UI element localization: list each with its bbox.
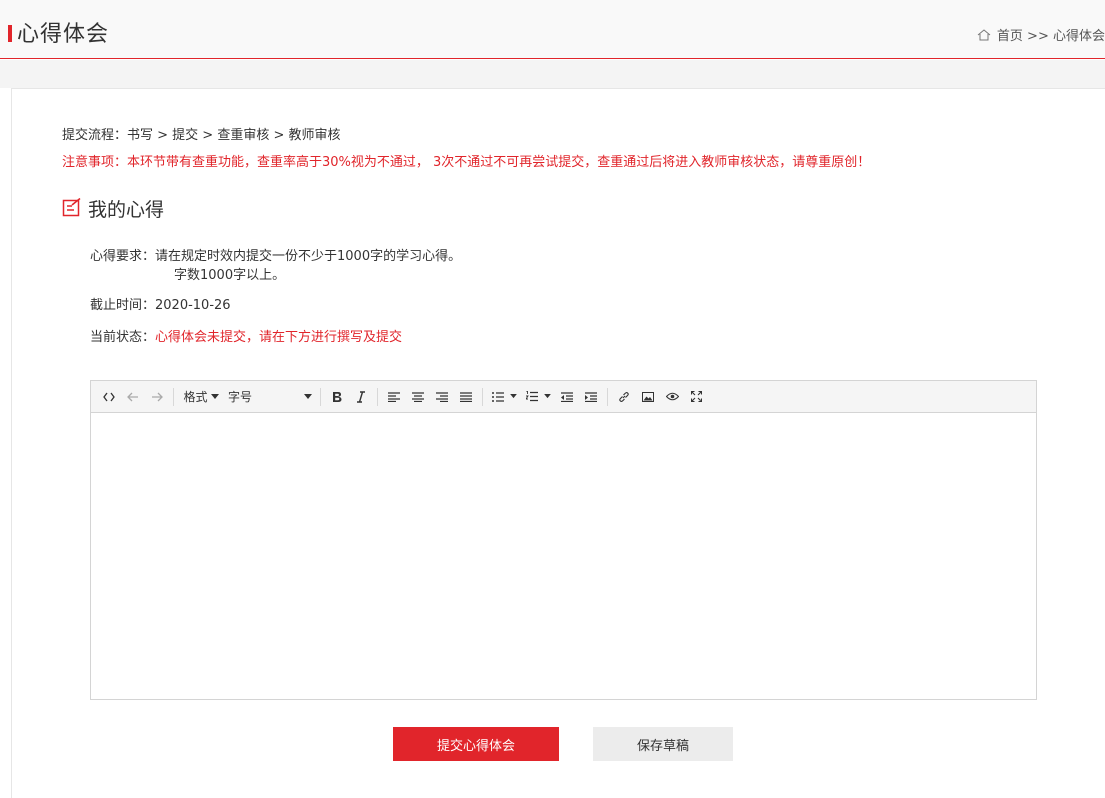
code-icon[interactable]: [97, 386, 121, 408]
toolbar-separator: [482, 387, 483, 406]
rich-text-editor: 格式 字号: [90, 380, 1037, 700]
breadcrumb-separator: >>: [1022, 29, 1053, 44]
toolbar-separator: [173, 387, 174, 406]
font-size-dropdown[interactable]: 字号: [224, 386, 316, 408]
toolbar-separator: [607, 387, 608, 406]
requirement-row: 心得要求：请在规定时效内提交一份不少于1000字的学习心得。: [90, 245, 461, 264]
align-center-icon[interactable]: [406, 386, 430, 408]
page-header: 心得体会 首页 >> 心得体会: [0, 0, 1105, 59]
chevron-down-icon: [304, 393, 312, 399]
indent-icon[interactable]: [579, 386, 603, 408]
home-icon[interactable]: [977, 29, 991, 41]
align-justify-icon[interactable]: [454, 386, 478, 408]
font-size-label: 字号: [228, 390, 253, 404]
breadcrumb-current: 心得体会: [1052, 29, 1105, 44]
requirement-text: 请在规定时效内提交一份不少于1000字的学习心得。: [155, 249, 462, 264]
section-header: 我的心得: [62, 194, 164, 222]
requirement-label: 心得要求：: [90, 249, 156, 264]
section-title: 我的心得: [88, 198, 165, 221]
italic-icon[interactable]: [349, 386, 373, 408]
align-left-icon[interactable]: [382, 386, 406, 408]
preview-icon[interactable]: [660, 386, 684, 408]
breadcrumb-home-link[interactable]: 首页: [997, 29, 1023, 44]
requirement-text-line2: 字数1000字以上。: [174, 268, 286, 283]
status-value: 心得体会未提交，请在下方进行撰写及提交: [155, 330, 403, 345]
title-accent-bar: [8, 25, 12, 42]
save-draft-button[interactable]: 保存草稿: [593, 727, 733, 761]
align-right-icon[interactable]: [430, 386, 454, 408]
submit-reflection-button[interactable]: 提交心得体会: [393, 727, 559, 761]
breadcrumb: 首页 >> 心得体会: [977, 25, 1105, 44]
format-label: 格式: [183, 390, 208, 404]
chevron-down-icon: [509, 394, 517, 399]
submission-process: 提交流程：书写 > 提交 > 查重审核 > 教师审核: [62, 124, 341, 143]
redo-icon[interactable]: [145, 386, 169, 408]
status-label: 当前状态：: [90, 330, 156, 345]
image-icon[interactable]: [636, 386, 660, 408]
process-label: 提交流程：: [62, 128, 128, 143]
chevron-down-icon: [543, 394, 551, 399]
deadline-label: 截止时间：: [90, 298, 156, 313]
editor-toolbar: 格式 字号: [91, 381, 1036, 413]
bold-icon[interactable]: [325, 386, 349, 408]
numbered-list-icon[interactable]: [521, 386, 555, 408]
link-icon[interactable]: [612, 386, 636, 408]
header-spacer: [0, 60, 1105, 88]
chevron-down-icon: [210, 393, 219, 399]
process-steps: 书写 > 提交 > 查重审核 > 教师审核: [127, 128, 341, 143]
deadline-row: 截止时间：2020-10-26: [90, 294, 231, 313]
undo-icon[interactable]: [121, 386, 145, 408]
notice-text: 注意事项：本环节带有查重功能，查重率高于30%视为不通过， 3次不通过不可再尝试…: [62, 155, 871, 170]
page-title: 心得体会: [17, 22, 110, 47]
toolbar-separator: [320, 387, 321, 406]
edit-icon: [62, 198, 81, 217]
outdent-icon[interactable]: [555, 386, 579, 408]
format-dropdown[interactable]: 格式: [178, 386, 224, 408]
fullscreen-icon[interactable]: [684, 386, 708, 408]
status-row: 当前状态：心得体会未提交，请在下方进行撰写及提交: [90, 326, 402, 345]
bullet-list-icon[interactable]: [487, 386, 521, 408]
toolbar-separator: [377, 387, 378, 406]
deadline-value: 2020-10-26: [155, 298, 231, 313]
editor-text-area[interactable]: [91, 414, 1036, 699]
